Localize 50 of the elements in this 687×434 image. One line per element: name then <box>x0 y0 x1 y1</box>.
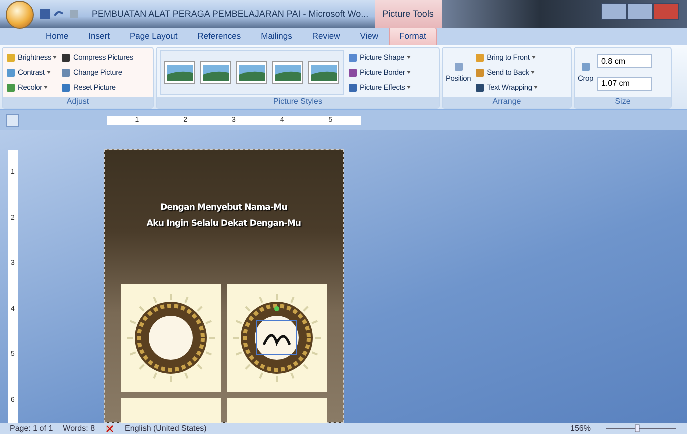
ribbon-tab[interactable]: Review <box>302 28 350 45</box>
group-title: Arrange <box>443 97 571 108</box>
style-thumbnail[interactable] <box>164 60 196 84</box>
tool-icon <box>61 68 72 78</box>
ribbon-tab[interactable]: Insert <box>78 28 120 45</box>
caret-icon <box>407 86 412 89</box>
caret-icon <box>46 71 51 74</box>
ribbon-tab[interactable]: Format <box>388 27 438 45</box>
quick-access-toolbar-icon[interactable] <box>40 8 80 20</box>
ribbon-tab[interactable]: Home <box>36 28 79 45</box>
group-title: Size <box>575 97 671 108</box>
slider-thumb[interactable] <box>635 424 640 432</box>
page-heading: Dengan Menyebut Nama-Mu Aku Ingin Selalu Dekat Dengan-Mu <box>146 202 302 231</box>
style-thumbnail[interactable] <box>200 60 232 84</box>
tool-icon <box>454 62 464 72</box>
style-thumbnail[interactable] <box>308 60 340 84</box>
tool-icon <box>475 82 486 92</box>
group-title: Picture Styles <box>157 97 439 108</box>
caret-icon <box>407 71 412 74</box>
ribbon-tab[interactable]: Mailings <box>251 28 302 45</box>
word-count[interactable]: Words: 8 <box>63 424 96 433</box>
caret-icon <box>532 56 536 59</box>
width-field[interactable]: 1.07 cm <box>597 76 652 91</box>
language-indicator[interactable]: English (United States) <box>125 424 207 433</box>
proofing-icon[interactable] <box>105 424 116 433</box>
tool-icon <box>580 62 591 72</box>
caret-icon <box>44 86 48 89</box>
window-title: PEMBUATAN ALAT PERAGA PEMBELAJARAN PAI - Microsoft Wo... <box>92 9 369 19</box>
caret-icon <box>406 56 411 59</box>
group-title: Adjust <box>3 97 153 108</box>
context-tab-label: Picture Tools <box>374 0 442 28</box>
zoom-level[interactable]: 156% <box>570 424 591 433</box>
caret-icon <box>53 56 58 59</box>
tool-icon <box>475 52 486 62</box>
ribbon-tab[interactable]: References <box>188 28 252 45</box>
ribbon-tab[interactable]: Page Layout <box>120 28 188 45</box>
caret-icon <box>534 86 538 89</box>
tool-icon <box>61 82 72 92</box>
style-thumbnail[interactable] <box>272 60 304 84</box>
tab-selector[interactable] <box>6 114 19 126</box>
height-field[interactable]: 0.8 cm <box>597 54 652 68</box>
minimize-button[interactable] <box>601 3 627 20</box>
caret-icon <box>531 71 536 74</box>
tool-icon <box>475 68 486 78</box>
page-count[interactable]: Page: 1 of 1 <box>10 424 54 433</box>
office-button[interactable] <box>6 1 34 29</box>
style-thumbnail[interactable] <box>236 60 268 84</box>
maximize-button[interactable] <box>627 3 653 20</box>
tool-icon <box>61 52 72 62</box>
ribbon-tab[interactable]: View <box>350 28 388 45</box>
